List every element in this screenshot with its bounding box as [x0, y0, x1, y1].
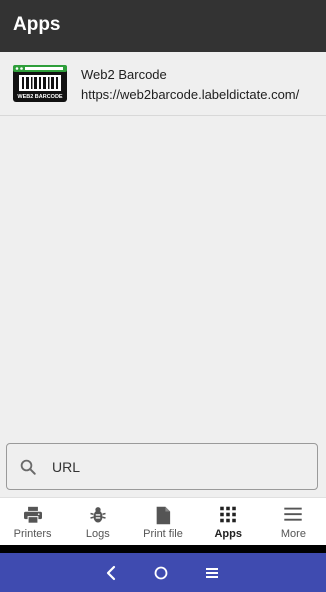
- web2-barcode-logo: WEB2 BARCODE: [13, 65, 67, 102]
- nav-logs-label: Logs: [85, 528, 110, 540]
- nav-logs[interactable]: Logs: [65, 498, 130, 545]
- bug-icon: [90, 507, 106, 523]
- search-icon: [20, 459, 36, 475]
- nav-more-label: More: [280, 528, 306, 540]
- bottom-navigation: Printers Logs Print file Apps More: [0, 497, 326, 545]
- system-navigation-bar: [0, 553, 326, 592]
- screen: Apps WEB2 BARCODE Web2 Barcode https://w…: [0, 0, 326, 592]
- nav-printers[interactable]: Printers: [0, 498, 65, 545]
- printer-icon: [23, 506, 42, 524]
- app-name: Web2 Barcode: [81, 67, 167, 82]
- back-icon[interactable]: [101, 563, 121, 583]
- url-field[interactable]: [6, 443, 318, 490]
- file-icon: [156, 506, 171, 525]
- nav-apps-label: Apps: [214, 528, 242, 540]
- apps-grid-icon: [220, 506, 236, 523]
- recents-icon[interactable]: [202, 563, 222, 583]
- url-input[interactable]: [52, 454, 302, 480]
- nav-apps[interactable]: Apps: [196, 498, 261, 545]
- app-bar: Apps: [0, 0, 326, 52]
- divider: [0, 545, 326, 553]
- nav-print-file[interactable]: Print file: [130, 498, 195, 545]
- nav-printers-label: Printers: [13, 528, 52, 540]
- nav-more[interactable]: More: [261, 498, 326, 545]
- logo-text: WEB2 BARCODE: [17, 94, 63, 100]
- app-url: https://web2barcode.labeldictate.com/: [81, 87, 300, 102]
- page-title: Apps: [13, 14, 61, 35]
- app-list-item[interactable]: WEB2 BARCODE Web2 Barcode https://web2ba…: [0, 52, 326, 116]
- nav-print-file-label: Print file: [143, 528, 183, 540]
- menu-icon: [284, 507, 303, 521]
- home-icon[interactable]: [151, 563, 171, 583]
